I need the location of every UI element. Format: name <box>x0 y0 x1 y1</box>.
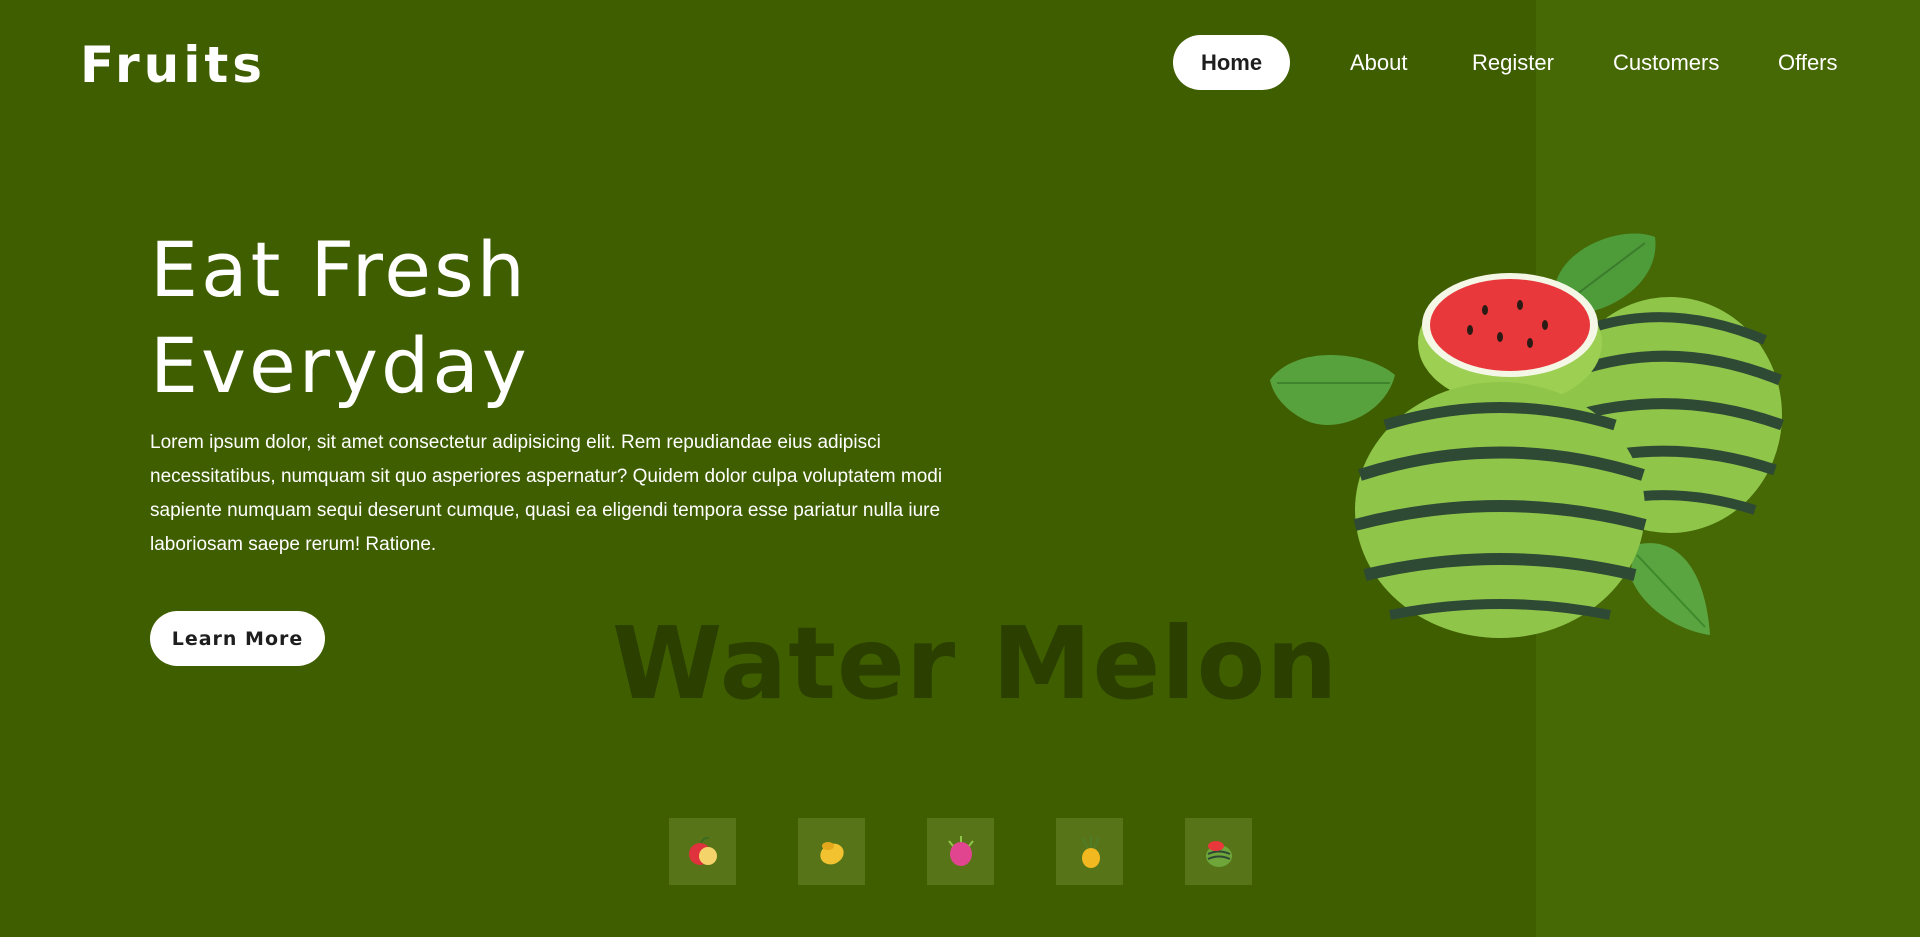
fruit-thumbnails <box>669 818 1252 885</box>
hero-title: Eat Fresh Everyday <box>150 222 710 414</box>
hero-title-line-2: Everyday <box>150 321 530 410</box>
mango-thumbnail[interactable] <box>798 818 865 885</box>
dragon-fruit-icon <box>947 835 974 866</box>
learn-more-button[interactable]: Learn More <box>150 611 325 666</box>
brand-logo[interactable]: Fruits <box>80 36 266 94</box>
fruit-name-heading: Water Melon <box>612 605 1339 722</box>
apple-icon <box>688 836 717 865</box>
watermelon-thumbnail[interactable] <box>1185 818 1252 885</box>
nav-customers[interactable]: Customers <box>1613 35 1719 90</box>
nav-home[interactable]: Home <box>1173 35 1290 90</box>
pineapple-thumbnail[interactable] <box>1056 818 1123 885</box>
nav-register[interactable]: Register <box>1472 35 1554 90</box>
nav-about[interactable]: About <box>1350 35 1408 90</box>
watermelon-icon <box>1205 840 1232 867</box>
hero-title-line-1: Eat Fresh <box>150 225 528 314</box>
mango-icon <box>819 841 844 864</box>
apple-thumbnail[interactable] <box>669 818 736 885</box>
nav-offers[interactable]: Offers <box>1778 35 1838 90</box>
pineapple-icon <box>1080 835 1100 868</box>
watermelon-image <box>1270 233 1784 638</box>
dragon-fruit-thumbnail[interactable] <box>927 818 994 885</box>
hero-description: Lorem ipsum dolor, sit amet consectetur … <box>150 432 943 555</box>
